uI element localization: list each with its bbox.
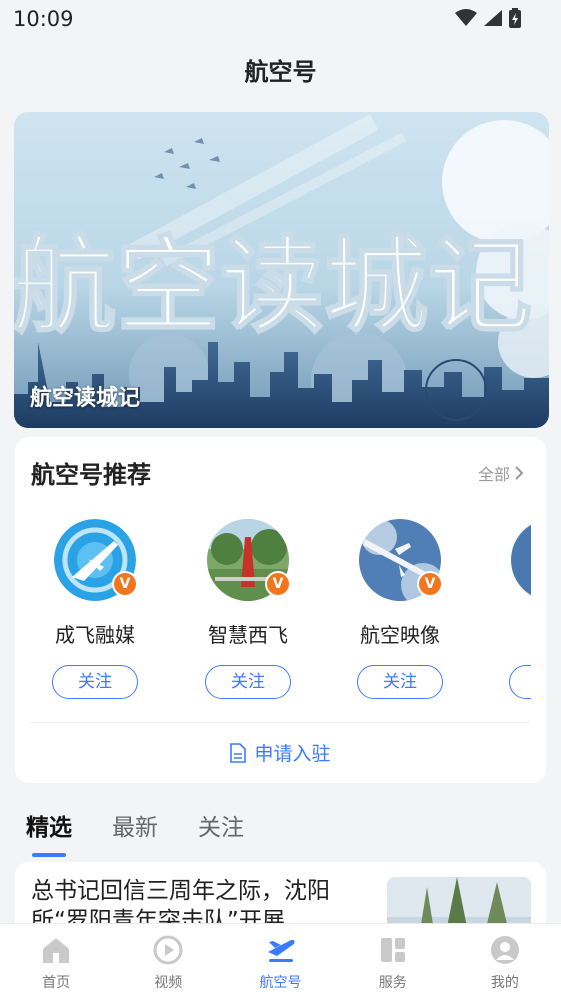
apply-join-button[interactable]: 申请入驻 <box>15 739 546 766</box>
account-list[interactable]: V 成飞融媒 关注 V 智慧西飞 关注 V 航空映像 关注 航空 <box>15 519 531 709</box>
verified-badge: V <box>112 571 138 597</box>
follow-button[interactable]: 关注 <box>357 665 443 699</box>
battery-charging-icon <box>509 8 521 28</box>
nav-label: 视频 <box>154 975 183 991</box>
account-name: 航空映像 <box>360 623 440 647</box>
page-title: 航空号 <box>244 58 317 86</box>
status-bar: 10:09 <box>0 0 561 38</box>
tab-following[interactable]: 关注 <box>198 808 244 842</box>
video-icon <box>152 934 184 966</box>
nav-home[interactable]: 首页 <box>0 924 112 1000</box>
nav-label: 服务 <box>378 975 407 991</box>
tab-featured[interactable]: 精选 <box>26 808 72 857</box>
account-name: 成飞融媒 <box>55 623 135 647</box>
follow-button[interactable]: 关注 <box>52 665 138 699</box>
verified-badge: V <box>417 571 443 597</box>
account-item[interactable]: V 成飞融媒 关注 <box>35 519 155 699</box>
nav-service[interactable]: 服务 <box>337 924 449 1000</box>
account-name: 航空 <box>492 619 531 648</box>
account-item[interactable]: 航空 关注 <box>492 519 531 699</box>
home-icon <box>40 934 72 966</box>
chevron-right-icon <box>515 466 524 480</box>
content-tabs: 精选 最新 关注 <box>26 808 244 857</box>
account-item[interactable]: V 航空映像 关注 <box>340 519 460 699</box>
status-icons <box>455 8 521 28</box>
wifi-icon <box>455 9 477 26</box>
nav-label: 航空号 <box>259 975 302 991</box>
status-time: 10:09 <box>13 7 74 31</box>
user-icon <box>489 934 521 966</box>
account-name: 智慧西飞 <box>208 623 288 647</box>
banner-art-text: 航空读城记 <box>14 229 532 345</box>
account-item[interactable]: V 智慧西飞 关注 <box>188 519 308 699</box>
divider <box>31 722 530 723</box>
apply-join-label: 申请入驻 <box>254 743 331 765</box>
banner-caption: 航空读城记 <box>30 386 141 411</box>
follow-button[interactable]: 关注 <box>205 665 291 699</box>
airplane-icon <box>265 934 297 966</box>
follow-button[interactable]: 关注 <box>509 665 531 699</box>
nav-aviation[interactable]: 航空号 <box>224 924 336 1000</box>
grid-icon <box>377 934 409 966</box>
view-all-label: 全部 <box>477 465 510 484</box>
nav-video[interactable]: 视频 <box>112 924 224 1000</box>
document-icon <box>230 742 247 763</box>
banner-carousel[interactable]: 航空读城记 航空读城记 <box>14 112 549 428</box>
nav-profile[interactable]: 我的 <box>449 924 561 1000</box>
account-avatar[interactable] <box>511 519 531 601</box>
nav-label: 首页 <box>42 975 71 991</box>
verified-badge: V <box>265 571 291 597</box>
tab-latest[interactable]: 最新 <box>112 808 158 842</box>
signal-icon <box>484 10 502 26</box>
recommend-card: 航空号推荐 全部 V 成飞融媒 关注 V 智慧西飞 关注 V 航空映像 关注 申… <box>15 437 546 783</box>
recommend-title: 航空号推荐 <box>31 461 151 489</box>
bottom-navigation: 首页 视频 航空号 服务 我的 <box>0 923 561 1000</box>
nav-label: 我的 <box>490 975 519 991</box>
view-all-link[interactable]: 全部 <box>478 461 524 485</box>
